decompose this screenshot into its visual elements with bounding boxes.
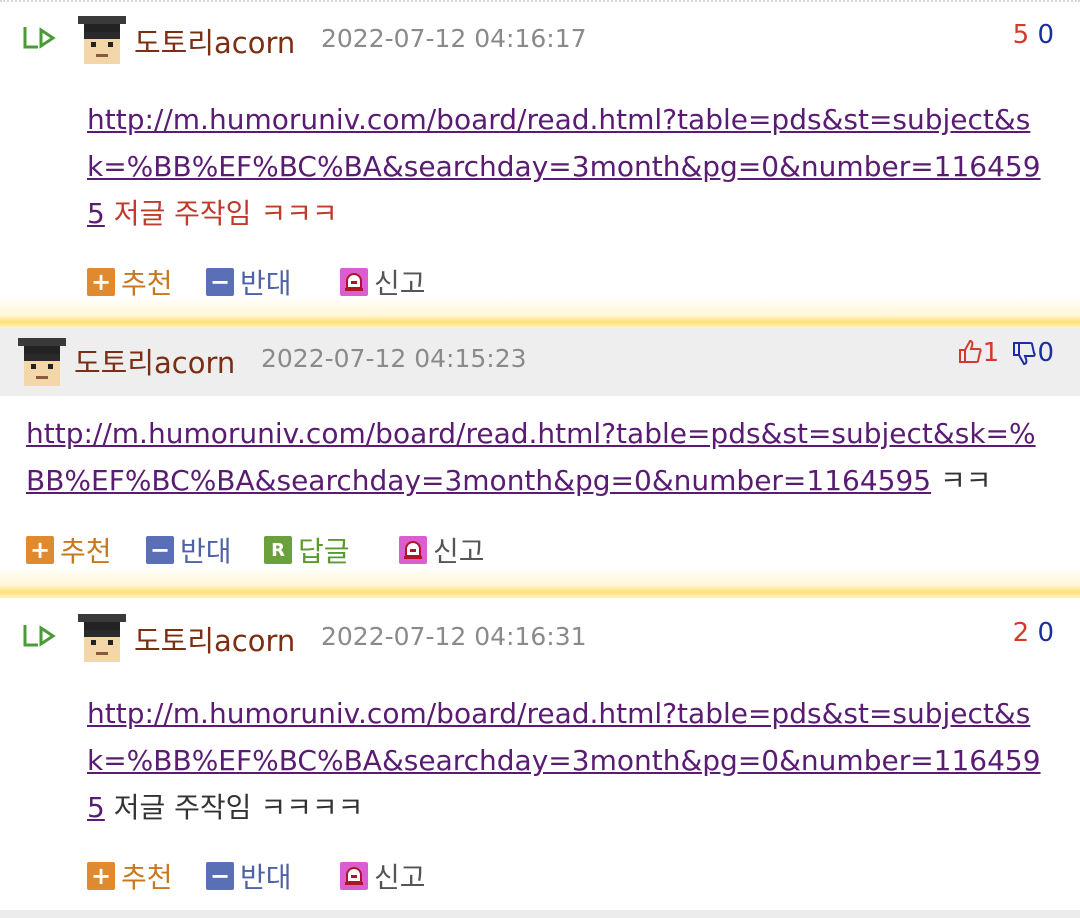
report-label: 신고 bbox=[374, 861, 426, 894]
comment-date: 2022-07-12 04:16:31 bbox=[321, 622, 587, 651]
comment-body: http://m.humoruniv.com/board/read.html?t… bbox=[87, 690, 1042, 831]
comment-body: http://m.humoruniv.com/board/read.html?t… bbox=[87, 96, 1042, 237]
comment-actions: + 추천 − 반대 신고 bbox=[87, 856, 487, 896]
minus-icon: − bbox=[206, 862, 234, 890]
plus-icon: + bbox=[87, 862, 115, 890]
downvote-label: 반대 bbox=[240, 861, 292, 894]
plus-icon: + bbox=[26, 536, 54, 564]
avatar bbox=[78, 614, 126, 662]
report-label: 신고 bbox=[433, 535, 485, 568]
upvote-count: 1 bbox=[982, 338, 1000, 368]
downvote-button[interactable]: − 반대 bbox=[146, 530, 232, 570]
comment-text: 저글 주작임 ㅋㅋㅋㅋ bbox=[104, 791, 364, 824]
thumbs-down-icon bbox=[1013, 342, 1037, 366]
author-name[interactable]: 도토리acorn bbox=[134, 20, 295, 62]
comment-reply-2: 도토리acorn 2022-07-12 04:16:31 2 0 http://… bbox=[0, 598, 1080, 910]
r-icon: R bbox=[264, 536, 292, 564]
separator-glow bbox=[0, 296, 1080, 316]
comment-parent: 도토리acorn 2022-07-12 04:15:23 1 0 http://… bbox=[0, 328, 1080, 586]
minus-icon: − bbox=[146, 536, 174, 564]
downvote-count: 0 bbox=[1037, 20, 1054, 50]
avatar bbox=[78, 16, 126, 64]
comment-body: http://m.humoruniv.com/board/read.html?t… bbox=[26, 410, 1046, 504]
author-name[interactable]: 도토리acorn bbox=[74, 340, 235, 382]
reply-label: 답글 bbox=[298, 535, 350, 568]
comment-date: 2022-07-12 04:16:17 bbox=[321, 24, 587, 53]
comment-reply-1: 도토리acorn 2022-07-12 04:16:17 5 0 http://… bbox=[0, 0, 1080, 316]
comment-link[interactable]: http://m.humoruniv.com/board/read.html?t… bbox=[26, 417, 1036, 497]
report-button[interactable]: 신고 bbox=[340, 856, 426, 896]
siren-icon bbox=[340, 268, 368, 296]
separator-glow bbox=[0, 566, 1080, 586]
separator-bar bbox=[0, 316, 1080, 328]
comment-actions: + 추천 − 반대 R 답글 신고 bbox=[26, 530, 526, 570]
upvote-button[interactable]: + 추천 bbox=[26, 530, 112, 570]
downvote-label: 반대 bbox=[180, 535, 232, 568]
vote-counts: 5 0 bbox=[1013, 20, 1054, 50]
reply-arrow-icon bbox=[23, 27, 56, 49]
reply-button[interactable]: R 답글 bbox=[264, 530, 350, 570]
minus-icon: − bbox=[206, 268, 234, 296]
siren-icon bbox=[340, 862, 368, 890]
comment-header: 도토리acorn 2022-07-12 04:16:17 5 0 bbox=[0, 0, 1080, 68]
report-button[interactable]: 신고 bbox=[399, 530, 485, 570]
vote-counts: 1 0 bbox=[957, 338, 1054, 368]
plus-icon: + bbox=[87, 268, 115, 296]
avatar bbox=[18, 338, 66, 386]
vote-counts: 2 0 bbox=[1013, 618, 1054, 648]
comment-text: 저글 주작임 ㅋㅋㅋ bbox=[104, 197, 338, 230]
siren-icon bbox=[399, 536, 427, 564]
comment-header: 도토리acorn 2022-07-12 04:15:23 1 0 bbox=[0, 328, 1080, 396]
bottom-divider bbox=[0, 910, 1080, 918]
thumbs-up-icon bbox=[958, 339, 982, 363]
downvote-count: 0 bbox=[1037, 618, 1054, 648]
upvote-label: 추천 bbox=[121, 861, 173, 894]
comment-header: 도토리acorn 2022-07-12 04:16:31 2 0 bbox=[0, 598, 1080, 666]
downvote-count: 0 bbox=[1037, 338, 1054, 368]
upvote-label: 추천 bbox=[60, 535, 112, 568]
upvote-count: 5 bbox=[1012, 20, 1030, 50]
upvote-count: 2 bbox=[1012, 618, 1030, 648]
upvote-button[interactable]: + 추천 bbox=[87, 856, 173, 896]
separator-bar bbox=[0, 586, 1080, 598]
comment-text: ㅋㅋ bbox=[931, 464, 992, 497]
author-name[interactable]: 도토리acorn bbox=[134, 618, 295, 660]
reply-arrow-icon bbox=[23, 625, 56, 647]
downvote-button[interactable]: − 반대 bbox=[206, 856, 292, 896]
comment-date: 2022-07-12 04:15:23 bbox=[261, 344, 527, 373]
